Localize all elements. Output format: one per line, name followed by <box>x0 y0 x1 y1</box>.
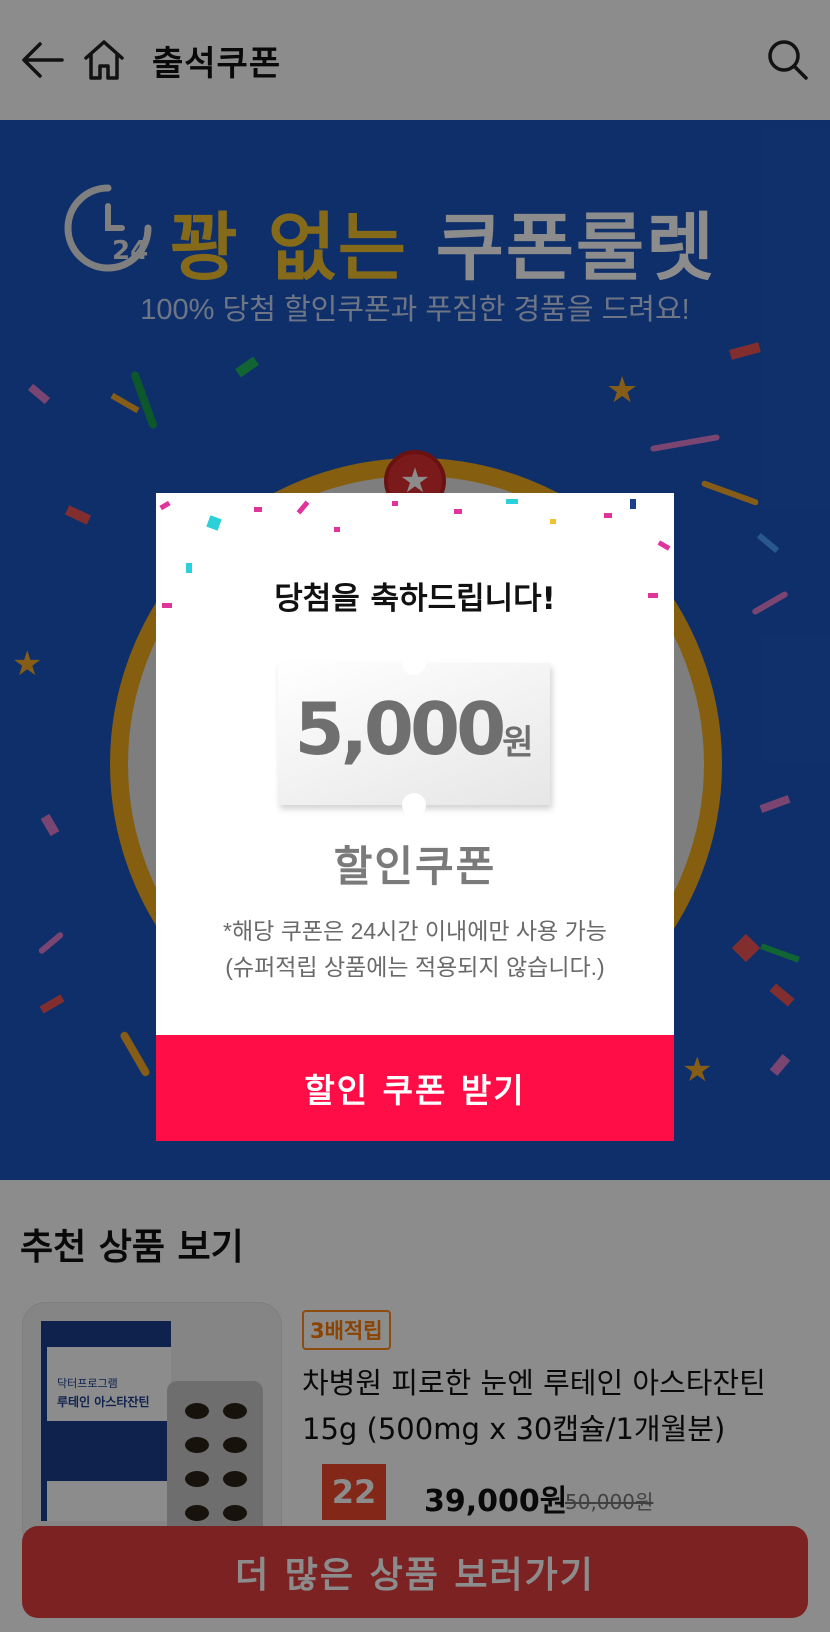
confetti <box>630 499 636 509</box>
confetti <box>254 507 262 512</box>
confetti <box>604 513 612 518</box>
confetti <box>296 500 310 515</box>
coupon-notch-top <box>402 651 426 675</box>
coupon-ticket: 5,000원 <box>278 651 550 817</box>
confetti <box>186 563 192 573</box>
confetti <box>454 509 462 514</box>
coupon-amount-unit: 원 <box>502 723 534 763</box>
coupon-note-line2: (슈퍼적립 상품에는 적용되지 않습니다.) <box>225 954 605 980</box>
coupon-type: 할인쿠폰 <box>333 842 497 891</box>
confetti <box>506 499 518 504</box>
confetti <box>334 527 340 532</box>
coupon-amount-value: 5,000 <box>294 687 506 771</box>
confetti <box>206 515 222 531</box>
coupon-amount: 5,000원 <box>278 687 550 771</box>
coupon-notch-bottom <box>402 793 426 817</box>
confetti <box>159 500 171 511</box>
modal-heading: 당첨을 축하드립니다! <box>274 581 556 617</box>
coupon-note: *해당 쿠폰은 24시간 이내에만 사용 가능 (슈퍼적립 상품에는 적용되지 … <box>156 913 674 985</box>
confetti <box>550 519 556 524</box>
get-coupon-button[interactable]: 할인 쿠폰 받기 <box>156 1035 674 1141</box>
confetti <box>392 501 398 506</box>
win-coupon-modal: 당첨을 축하드립니다! 5,000원 할인쿠폰 *해당 쿠폰은 24시간 이내에… <box>156 493 674 1141</box>
coupon-note-line1: *해당 쿠폰은 24시간 이내에만 사용 가능 <box>223 918 607 944</box>
confetti <box>657 540 671 551</box>
